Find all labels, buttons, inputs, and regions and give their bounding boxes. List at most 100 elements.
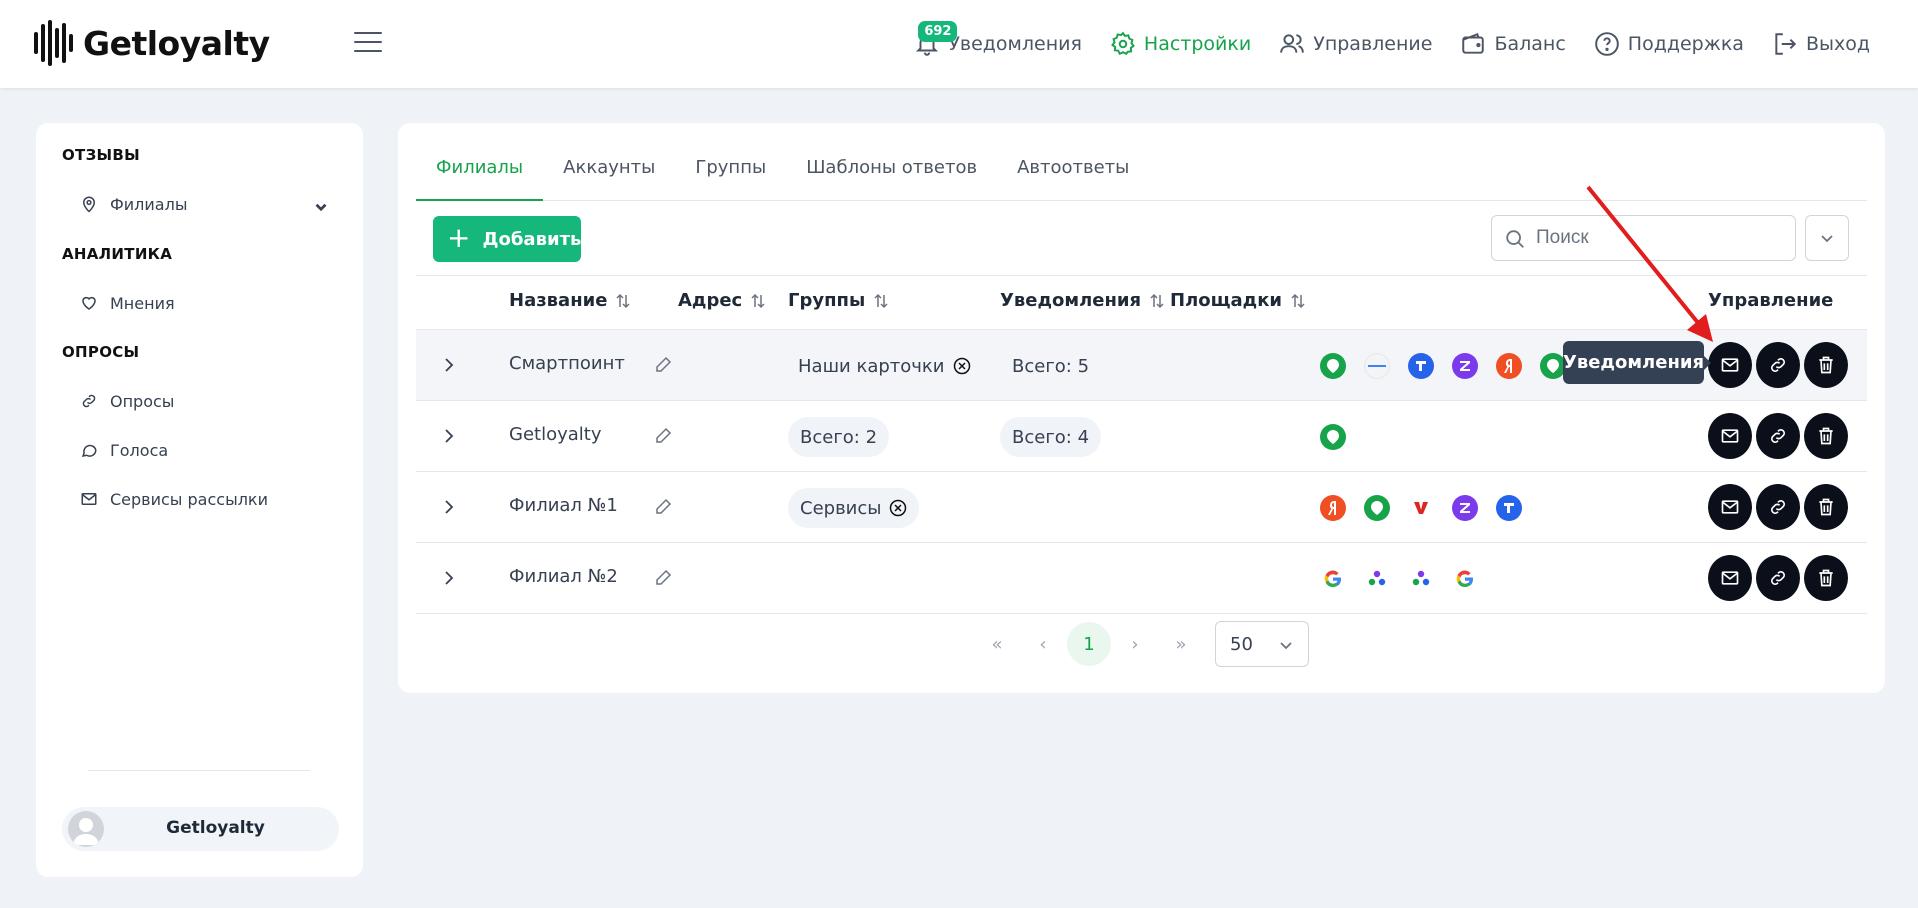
- delete-button[interactable]: [1804, 413, 1848, 459]
- prev-page-button[interactable]: ‹: [1024, 625, 1062, 663]
- per-page-value: 50: [1230, 634, 1253, 655]
- delete-button[interactable]: [1804, 555, 1848, 601]
- gear-icon: [1111, 31, 1135, 56]
- link-icon: [82, 394, 96, 408]
- row-actions: [1708, 484, 1848, 530]
- notifications-button[interactable]: [1708, 484, 1752, 530]
- row-name: Getloyalty: [509, 424, 602, 445]
- notifications-count: Всего: 5: [1012, 355, 1090, 377]
- nav-logout-label: Выход: [1805, 33, 1870, 55]
- tab-templates[interactable]: Шаблоны ответов: [786, 153, 997, 201]
- next-page-button[interactable]: ›: [1116, 625, 1154, 663]
- link-button[interactable]: [1756, 342, 1800, 388]
- link-icon: [1771, 500, 1785, 514]
- delete-button[interactable]: [1804, 342, 1848, 388]
- nav-balance-label: Баланс: [1494, 33, 1566, 55]
- tab-branches[interactable]: Филиалы: [416, 153, 544, 201]
- last-page-button[interactable]: »: [1162, 625, 1200, 663]
- nav-management[interactable]: Управление: [1279, 31, 1432, 57]
- nav-balance[interactable]: Баланс: [1460, 31, 1566, 57]
- notifications-button[interactable]: [1708, 555, 1752, 601]
- table-row[interactable]: Филиал №1 Сервисы: [416, 472, 1867, 543]
- col-notifications: Уведомления: [1000, 290, 1165, 311]
- search-input[interactable]: [1536, 227, 1776, 249]
- nav-notifications[interactable]: 692 Уведомления: [914, 21, 1082, 57]
- google-icon: [1452, 566, 1478, 592]
- prodoctorov-icon: [1364, 566, 1390, 592]
- sort-icon[interactable]: [1149, 293, 1165, 309]
- yandex-icon: [1496, 353, 1522, 379]
- group-chip[interactable]: Всего: 2: [788, 417, 890, 457]
- sidebar-item-label: Опросы: [110, 391, 175, 411]
- sort-icon[interactable]: [1290, 293, 1306, 309]
- pencil-icon[interactable]: [654, 569, 672, 587]
- nav-notifications-label: Уведомления: [948, 33, 1082, 55]
- notifications-button[interactable]: [1708, 413, 1752, 459]
- chevron-right-icon[interactable]: [438, 567, 460, 589]
- first-page-button[interactable]: «: [978, 625, 1016, 663]
- filter-dropdown-button[interactable]: [1805, 215, 1849, 261]
- nav-settings[interactable]: Настройки: [1110, 31, 1251, 57]
- link-icon: [1771, 358, 1785, 372]
- logo[interactable]: Getloyalty: [34, 20, 270, 66]
- close-circle-icon[interactable]: [953, 357, 971, 375]
- chevron-right-icon[interactable]: [438, 425, 460, 447]
- col-name-label: Название: [509, 290, 608, 311]
- pencil-icon[interactable]: [654, 427, 672, 445]
- col-address: Адрес: [678, 290, 766, 311]
- chevron-down-icon: [1280, 642, 1292, 650]
- chevron-down-icon[interactable]: [312, 198, 330, 216]
- pencil-icon[interactable]: [654, 498, 672, 516]
- tab-accounts[interactable]: Аккаунты: [543, 153, 675, 201]
- tab-groups[interactable]: Группы: [675, 153, 786, 201]
- link-button[interactable]: [1756, 555, 1800, 601]
- notifications-button[interactable]: [1708, 342, 1752, 388]
- sidebar-item-surveys[interactable]: Опросы: [80, 386, 340, 416]
- mail-icon: [81, 493, 97, 505]
- notifications-tooltip: Уведомления: [1563, 341, 1711, 384]
- sort-icon[interactable]: [750, 293, 766, 309]
- add-button[interactable]: + Добавить: [433, 216, 581, 262]
- logo-text: Getloyalty: [83, 23, 270, 63]
- link-icon: [1771, 571, 1785, 585]
- nav-support[interactable]: Поддержка: [1594, 31, 1744, 57]
- pencil-icon[interactable]: [654, 356, 672, 374]
- nav-logout[interactable]: Выход: [1772, 31, 1870, 57]
- chevron-right-icon[interactable]: [438, 354, 460, 376]
- notifications-count[interactable]: Всего: 4: [1000, 417, 1102, 457]
- tab-autoreplies[interactable]: Автоответы: [997, 153, 1149, 201]
- google-icon: [1320, 566, 1346, 592]
- sidebar-item-label: Филиалы: [110, 194, 188, 214]
- sidebar-item-branches[interactable]: Филиалы: [80, 189, 340, 219]
- close-circle-icon[interactable]: [889, 499, 907, 517]
- user-profile[interactable]: Getloyalty: [62, 807, 339, 851]
- col-platforms: Площадки: [1170, 290, 1306, 311]
- top-nav: 692 Уведомления Настройки Управление Бал…: [914, 21, 1870, 64]
- sidebar-divider: [88, 770, 310, 771]
- page-1-button[interactable]: 1: [1067, 622, 1111, 666]
- sort-icon[interactable]: [873, 293, 889, 309]
- link-button[interactable]: [1756, 413, 1800, 459]
- table-row[interactable]: Getloyalty Всего: 2 Всего: 4: [416, 401, 1867, 472]
- trash-icon: [1819, 356, 1833, 374]
- platforms-list: [1320, 495, 1522, 521]
- delete-button[interactable]: [1804, 484, 1848, 530]
- row-name: Смартпоинт: [509, 353, 625, 374]
- menu-toggle-icon[interactable]: [354, 32, 382, 54]
- sidebar-item-opinions[interactable]: Мнения: [80, 288, 340, 318]
- sort-icon[interactable]: [615, 293, 631, 309]
- sidebar-item-mailing[interactable]: Сервисы рассылки: [80, 484, 340, 514]
- sidebar-section-analytics: АНАЛИТИКА: [62, 245, 173, 263]
- platform-logo-icon: [1364, 353, 1390, 379]
- row-name: Филиал №2: [509, 566, 618, 587]
- sidebar-item-votes[interactable]: Голоса: [80, 435, 340, 465]
- table-row[interactable]: Филиал №2: [416, 543, 1867, 614]
- plus-icon: +: [447, 220, 471, 254]
- per-page-select[interactable]: 50: [1215, 621, 1309, 667]
- nav-settings-label: Настройки: [1143, 33, 1252, 55]
- col-address-label: Адрес: [678, 290, 743, 311]
- link-button[interactable]: [1756, 484, 1800, 530]
- chevron-right-icon[interactable]: [438, 496, 460, 518]
- mail-icon: [1721, 358, 1739, 372]
- table-header: Название Адрес Группы Уведомления Площад…: [416, 275, 1867, 330]
